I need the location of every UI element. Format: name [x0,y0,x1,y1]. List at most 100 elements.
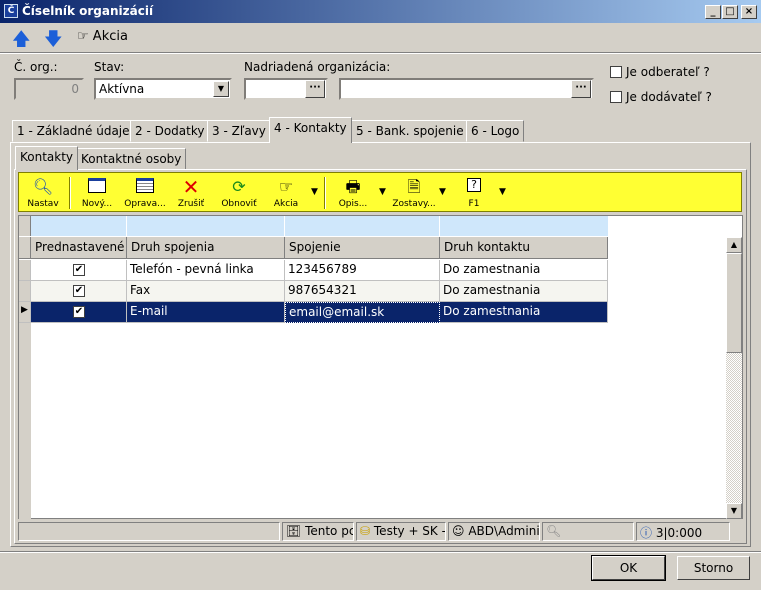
column-header[interactable]: Prednastavené [31,237,127,259]
chevron-down-icon[interactable]: ▼ [213,81,229,97]
status-panel-computer: 🗄 Tento pc [282,522,354,541]
zostavy-button[interactable]: 🗎 Zostavy... [391,176,437,210]
contacts-grid: Prednastavené Druh spojenia Spojenie Dru… [18,215,743,519]
stav-select[interactable]: Aktívna ▼ [94,78,232,100]
tab-kontakty[interactable]: 4 - Kontakty [269,117,352,143]
row-indicator [19,260,31,281]
refresh-icon: ⟳ [232,177,246,196]
minimize-button[interactable]: _ [705,5,721,19]
divider [0,551,761,553]
default-cell[interactable]: ✔ [31,281,127,302]
tab-dodatky[interactable]: 2 - Dodatky [130,120,210,142]
spojenie-cell[interactable]: 123456789 [285,260,440,281]
nastav-button[interactable]: 🔍︎ Nastav [23,176,63,210]
tab-zakladne-udaje[interactable]: 1 - Základné údaje [12,120,135,142]
tab-zlavy[interactable]: 3 - Zľavy [207,120,271,142]
report-icon: 🗎 [407,177,421,196]
new-window-icon [88,178,106,197]
check-icon[interactable]: ✔ [73,306,85,318]
spojenie-cell[interactable]: 987654321 [285,281,440,302]
storno-button[interactable]: Storno [677,556,750,580]
default-cell[interactable]: ✔ [31,302,127,323]
dodavatel-label: Je dodávateľ ? [626,90,712,104]
cislo-label: Č. org.: [14,60,58,74]
scroll-up-icon[interactable]: ▲ [726,237,742,253]
filter-cell[interactable] [440,216,608,236]
computer-icon: 🗄 [286,524,302,538]
chevron-down-icon[interactable]: ▼ [439,187,446,197]
chevron-down-icon[interactable]: ▼ [379,187,386,197]
user-icon: ☺ [452,524,465,538]
druh-cell[interactable]: E-mail [127,302,285,323]
nadriadena-name-field[interactable]: ··· [339,78,594,100]
ok-button[interactable]: OK [591,555,666,581]
subtab-kontaktne-osoby[interactable]: Kontaktné osoby [76,148,187,170]
help-icon: ? [467,178,481,192]
vertical-scrollbar[interactable]: ▲ ▼ [726,237,742,519]
opis-button[interactable]: 🖶 Opis... [333,176,373,210]
akcia-menu[interactable]: ☞ Akcia [77,29,128,44]
tab-logo[interactable]: 6 - Logo [466,120,525,142]
maximize-button[interactable]: □ [722,5,738,19]
check-icon[interactable]: ✔ [73,264,85,276]
delete-x-icon: ✕ [182,175,200,199]
kontakt-cell[interactable]: Do zamestnania [440,260,608,281]
tab-bank-spojenie[interactable]: 5 - Bank. spojenie [351,120,469,142]
dodavatel-checkbox[interactable] [610,91,622,103]
help-button[interactable]: ? F1 [455,176,493,210]
separator [69,177,71,209]
akcia-icon: ☞ [77,29,89,44]
status-panel-database: ⛁ Testy + SK - [356,522,446,541]
scroll-down-icon[interactable]: ▼ [726,503,742,519]
scroll-thumb[interactable] [726,253,742,353]
status-panel-user: ☺ ABD\Admini: [448,522,540,541]
status-panel-info: ⓘ 3|0:000 [636,522,730,541]
magnifier-icon: 🔍︎ [32,177,54,196]
filter-indicator [19,216,31,236]
chevron-down-icon[interactable]: ▼ [311,187,318,197]
nadriadena-label: Nadriadená organizácia: [244,60,391,74]
obnovit-button[interactable]: ⟳ Obnoviť [217,176,261,210]
filter-cell[interactable] [127,216,285,236]
info-icon: ⓘ [640,526,653,540]
filter-cell[interactable] [285,216,440,236]
odberatel-checkbox[interactable] [610,66,622,78]
divider [0,52,761,54]
row-indicator-header [19,237,31,259]
column-header[interactable]: Druh spojenia [127,237,285,259]
stav-label: Stav: [94,60,125,74]
filter-cell[interactable] [31,216,127,236]
ellipsis-icon[interactable]: ··· [305,80,325,98]
odberatel-label: Je odberateľ ? [626,65,710,79]
akcia-toolbar-button[interactable]: ☞ Akcia [267,176,305,210]
database-icon: ⛁ [360,524,371,538]
close-button[interactable]: × [741,5,757,19]
zrusit-button[interactable]: ✕ Zrušiť [171,176,211,210]
column-header[interactable]: Druh kontaktu [440,237,608,259]
subtab-kontakty[interactable]: Kontakty [15,146,79,170]
form-edit-icon [136,178,154,197]
stav-value: Aktívna [99,82,145,96]
default-cell[interactable]: ✔ [31,260,127,281]
row-indicator-strip [19,323,31,519]
printer-icon: 🖶 [345,177,361,196]
spojenie-cell[interactable]: email@email.sk [285,302,440,323]
druh-cell[interactable]: Fax [127,281,285,302]
chevron-down-icon[interactable]: ▼ [499,187,506,197]
nadriadena-code-field[interactable]: ··· [244,78,328,100]
kontakt-cell[interactable]: Do zamestnania [440,281,608,302]
cislo-field[interactable]: 0 [14,78,84,100]
kontakt-cell[interactable]: Do zamestnania [440,302,608,323]
column-header[interactable]: Spojenie [285,237,440,259]
status-panel-empty [18,522,280,541]
ellipsis-icon[interactable]: ··· [571,80,591,98]
row-indicator [19,281,31,302]
akcia-label: Akcia [92,29,128,44]
pointer-icon: ☞ [278,177,294,196]
check-icon[interactable]: ✔ [73,285,85,297]
novy-button[interactable]: Nový... [77,176,117,210]
druh-cell[interactable]: Telefón - pevná linka [127,260,285,281]
toolbar: 🔍︎ Nastav Nový... Oprava... ✕ Zrušiť ⟳ O… [18,172,742,212]
oprava-button[interactable]: Oprava... [123,176,167,210]
current-row-arrow-icon: ▶ [19,302,31,323]
